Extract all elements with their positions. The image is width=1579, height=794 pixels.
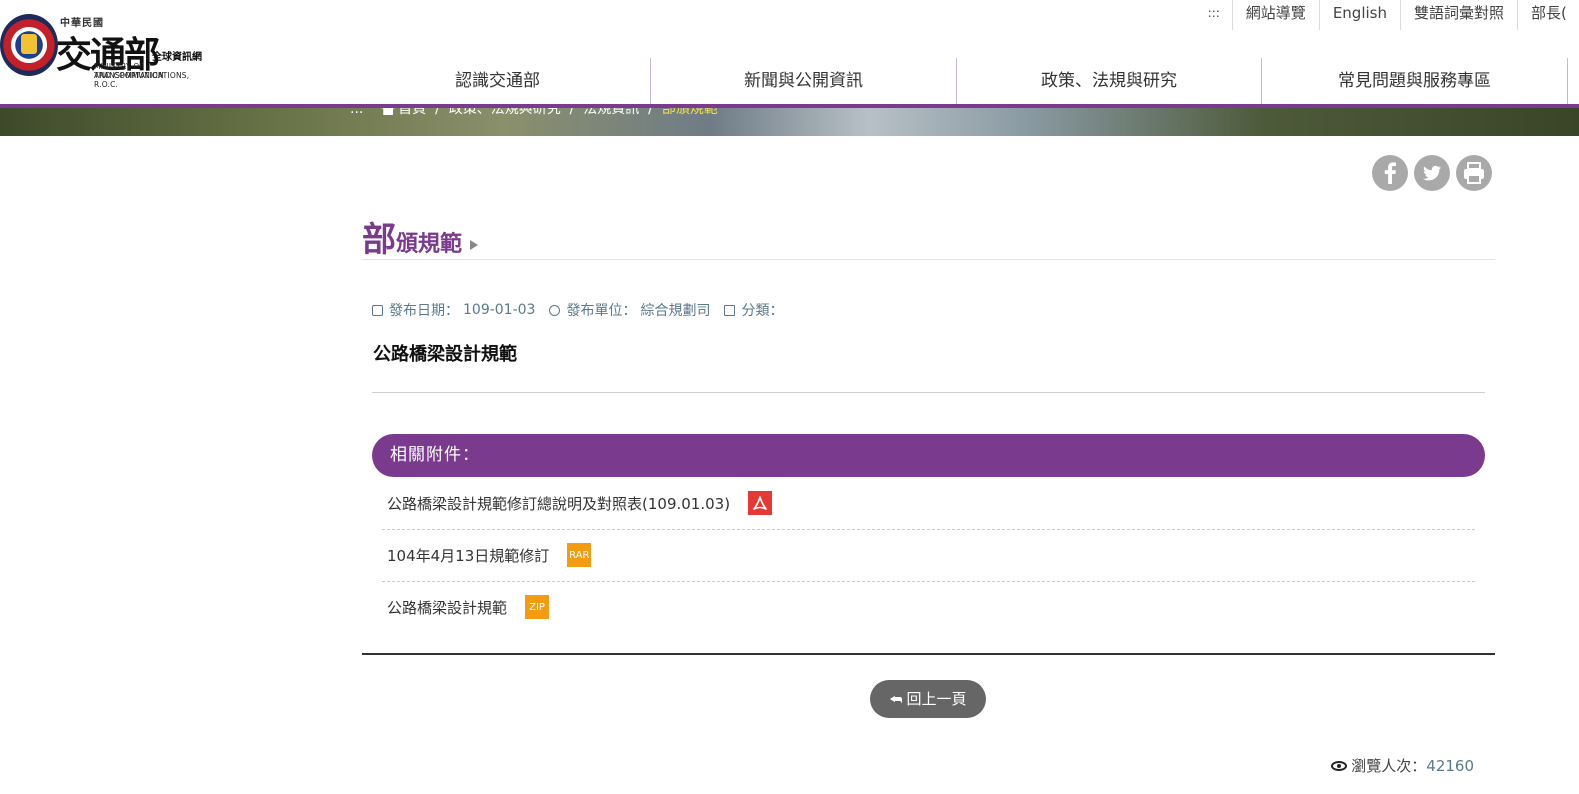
category-icon — [724, 304, 736, 316]
breadcrumb-separator: / — [435, 108, 440, 117]
sitemap-link[interactable]: 網站導覽 — [1233, 0, 1320, 30]
banner-image: ... 首頁 / 政策、法規與研究 / 法規資訊 / 部頒規範 — [0, 108, 1579, 136]
attachment-link[interactable]: 104年4月13日規範修訂 — [387, 545, 549, 566]
logo-english-line2: AND COMMUNICATIONS, R.O.C. — [94, 71, 190, 89]
site-logo[interactable]: 中華民國 交通部 全球資訊網 MINISTRY OF TRANSPORTATIO… — [0, 10, 215, 89]
print-button[interactable] — [1456, 155, 1492, 191]
attachment-link[interactable]: 公路橋梁設計規範 — [387, 597, 507, 618]
nav-about-ministry[interactable]: 認識交通部 — [345, 58, 651, 104]
caret-right-icon — [470, 240, 479, 250]
publish-date-label: 發布日期： — [389, 303, 459, 319]
eye-icon — [1331, 760, 1348, 771]
ministry-seal-icon — [0, 14, 58, 76]
back-button[interactable]: ⮪ 回上一頁 — [870, 680, 986, 718]
pdf-file-icon[interactable] — [748, 491, 773, 515]
nav-news[interactable]: 新聞與公開資訊 — [651, 58, 957, 104]
site-header: 中華民國 交通部 全球資訊網 MINISTRY OF TRANSPORTATIO… — [0, 0, 1579, 104]
publish-date: 109-01-03 — [463, 302, 536, 318]
breadcrumb: ... 首頁 / 政策、法規與研究 / 法規資訊 / 部頒規範 — [350, 108, 718, 118]
breadcrumb-policy[interactable]: 政策、法規與研究 — [449, 108, 561, 117]
breadcrumb-dots[interactable]: ... — [350, 108, 363, 117]
calendar-icon — [372, 304, 383, 316]
facebook-share-button[interactable] — [1372, 155, 1408, 191]
attachments-header: 相關附件： — [372, 434, 1485, 477]
user-circle-icon — [549, 304, 561, 316]
nav-policy[interactable]: 政策、法規與研究 — [957, 58, 1262, 104]
publish-meta: 發布日期： 109-01-03 發布單位： 綜合規劃司 分類： — [372, 300, 783, 320]
back-button-label: 回上一頁 — [906, 690, 967, 708]
page-title: 部頒規範 — [362, 212, 479, 261]
document-title: 公路橋梁設計規範 — [373, 344, 517, 365]
facebook-icon — [1384, 162, 1396, 184]
publish-unit: 綜合規劃司 — [640, 303, 711, 319]
nav-faq-services[interactable]: 常見問題與服務專區 — [1262, 58, 1568, 104]
minister-link[interactable]: 部長( — [1518, 0, 1579, 30]
header-accent-line — [0, 104, 1579, 108]
breadcrumb-regulations[interactable]: 法規資訊 — [583, 108, 639, 117]
category-label: 分類： — [741, 303, 784, 319]
rar-file-icon[interactable]: RAR — [567, 543, 592, 567]
english-link[interactable]: English — [1320, 0, 1401, 30]
attachment-item: 公路橋梁設計規範 ZIP — [382, 581, 1475, 633]
publish-unit-label: 發布單位： — [566, 303, 637, 319]
attachments-header-label: 相關附件： — [390, 445, 480, 465]
attachment-item: 104年4月13日規範修訂 RAR — [382, 529, 1475, 582]
view-count: 瀏覽人次： 42160 — [1331, 755, 1474, 776]
top-utility-nav: ::: 網站導覽 English 雙語詞彙對照 部長( — [1196, 0, 1579, 30]
bilingual-glossary-link[interactable]: 雙語詞彙對照 — [1401, 0, 1518, 30]
home-icon — [381, 108, 396, 115]
title-divider — [362, 259, 1495, 260]
attachment-link[interactable]: 公路橋梁設計規範修訂總說明及對照表(109.01.03) — [387, 493, 730, 514]
page-title-rest: 頒規範 — [396, 232, 463, 257]
view-count-number: 42160 — [1426, 756, 1474, 775]
breadcrumb-home[interactable]: 首頁 — [398, 108, 426, 117]
accesskey-dots[interactable]: ::: — [1196, 0, 1233, 30]
acrobat-icon — [753, 496, 767, 510]
reply-all-icon: ⮪ — [889, 692, 903, 708]
attachment-item: 公路橋梁設計規範修訂總說明及對照表(109.01.03) — [382, 477, 1475, 530]
twitter-share-button[interactable] — [1414, 155, 1450, 191]
content-bottom-divider — [362, 653, 1495, 655]
view-count-label: 瀏覽人次： — [1351, 757, 1427, 775]
breadcrumb-separator: / — [569, 108, 575, 117]
page-title-first-char: 部 — [362, 220, 396, 260]
document-divider — [372, 392, 1485, 393]
print-icon — [1464, 162, 1484, 184]
twitter-icon — [1423, 165, 1442, 181]
breadcrumb-separator: / — [648, 108, 653, 117]
logo-subtitle: 全球資訊網 — [152, 52, 202, 63]
zip-file-icon[interactable]: ZIP — [525, 595, 550, 619]
main-nav: 認識交通部 新聞與公開資訊 政策、法規與研究 常見問題與服務專區 — [345, 58, 1568, 104]
breadcrumb-current: 部頒規範 — [661, 108, 718, 117]
